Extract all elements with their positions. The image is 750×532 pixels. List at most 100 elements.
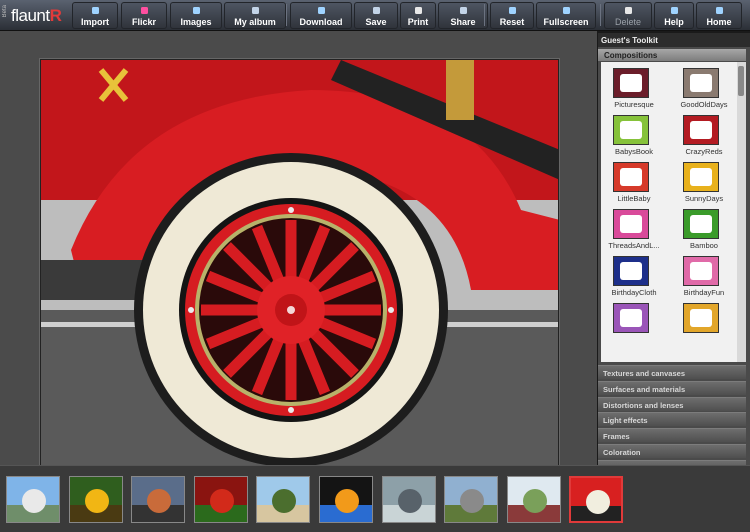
- print-button[interactable]: Print: [400, 2, 436, 29]
- composition-label: BirthdayFun: [683, 288, 725, 297]
- bird-of-paradise-photo[interactable]: [319, 476, 373, 523]
- logo-beta: Beta: [2, 5, 8, 18]
- composition-item[interactable]: Picturesque: [607, 68, 657, 112]
- button-label: Flickr: [131, 17, 156, 27]
- composition-photo-slot: [620, 215, 642, 233]
- road-photo[interactable]: [444, 476, 499, 523]
- save-button[interactable]: Save: [354, 2, 398, 29]
- share-button[interactable]: Share: [438, 2, 488, 29]
- wheel-photo[interactable]: [569, 476, 624, 523]
- composition-item[interactable]: GoodOldDays: [677, 68, 728, 112]
- palm-photo[interactable]: [256, 476, 311, 523]
- fullscreen-button[interactable]: Fullscreen: [536, 2, 596, 29]
- scrollbar-thumb[interactable]: [738, 66, 744, 96]
- save-icon: [371, 5, 381, 15]
- composition-item[interactable]: ThreadsAndL...: [607, 209, 660, 253]
- image-stage: [0, 31, 597, 477]
- reset-icon: [507, 5, 517, 15]
- composition-label: Picturesque: [614, 100, 654, 109]
- composition-item[interactable]: Bamboo: [677, 209, 727, 253]
- toolbar-separator: [600, 4, 601, 26]
- section-surfaces-and-materials[interactable]: Surfaces and materials: [598, 380, 746, 395]
- composition-thumbnail: [613, 256, 649, 286]
- composition-item[interactable]: [677, 303, 727, 347]
- home-button[interactable]: Home: [696, 2, 742, 29]
- compositions-list: Picturesque GoodOldDays BabysBook CrazyReds…: [601, 62, 737, 362]
- toolbar: Beta flauntR Import Flickr Images My album D…: [0, 0, 750, 31]
- composition-photo-slot: [620, 309, 642, 327]
- composition-label: BirthdayCloth: [611, 288, 657, 297]
- peppers-photo[interactable]: [193, 476, 248, 523]
- composition-item[interactable]: CrazyReds: [677, 115, 727, 159]
- compositions-header[interactable]: Compositions: [598, 49, 746, 61]
- thumbnail-image: [257, 477, 310, 522]
- button-label: Share: [450, 17, 476, 27]
- button-label: Save: [365, 17, 387, 27]
- download-button[interactable]: Download: [290, 2, 352, 29]
- button-label: Images: [180, 17, 212, 27]
- composition-item[interactable]: BirthdayCloth: [607, 256, 657, 300]
- composition-thumbnail: [683, 115, 719, 145]
- section-frames[interactable]: Frames: [598, 428, 746, 443]
- duck-photo[interactable]: [381, 476, 436, 523]
- section-light-effects[interactable]: Light effects: [598, 412, 746, 427]
- composition-label: SunnyDays: [684, 194, 724, 203]
- section-coloration[interactable]: Coloration: [598, 444, 746, 458]
- composition-label: ThreadsAndL...: [608, 241, 660, 250]
- flickr-button[interactable]: Flickr: [121, 2, 167, 29]
- composition-item[interactable]: BirthdayFun: [677, 256, 727, 300]
- sunflower-photo[interactable]: [68, 476, 123, 523]
- delete-icon: [623, 5, 633, 15]
- button-label: Help: [664, 17, 684, 27]
- person-photo[interactable]: [131, 476, 186, 523]
- compositions-scrollbar[interactable]: [737, 62, 746, 362]
- composition-thumbnail: [613, 68, 649, 98]
- thumbnail-image: [132, 477, 185, 522]
- beach-photo[interactable]: [6, 476, 60, 523]
- home-icon: [714, 5, 724, 15]
- composition-thumbnail: [683, 303, 719, 333]
- main-photo[interactable]: [40, 59, 559, 477]
- composition-thumbnail: [683, 162, 719, 192]
- button-label: Fullscreen: [543, 17, 589, 27]
- button-label: Home: [706, 17, 732, 27]
- share-icon: [458, 5, 468, 15]
- delete-button[interactable]: Delete: [604, 2, 652, 29]
- import-button[interactable]: Import: [72, 2, 118, 29]
- filmstrip: [0, 465, 750, 532]
- composition-thumbnail: [613, 115, 649, 145]
- composition-item[interactable]: LittleBaby: [607, 162, 657, 206]
- app-logo: Beta flauntR: [2, 2, 68, 29]
- composition-item[interactable]: [607, 303, 657, 347]
- thumbnail-image: [571, 478, 622, 521]
- composition-label: LittleBaby: [617, 194, 651, 203]
- flickr-icon: [139, 5, 149, 15]
- fullscreen-icon: [561, 5, 571, 15]
- composition-photo-slot: [690, 121, 712, 139]
- composition-label: Bamboo: [690, 241, 718, 250]
- composition-thumbnail: [613, 303, 649, 333]
- section-textures-and-canvases[interactable]: Textures and canvases: [598, 365, 746, 379]
- composition-item[interactable]: BabysBook: [607, 115, 657, 159]
- thumbnail-image: [320, 477, 372, 522]
- composition-photo-slot: [690, 74, 712, 92]
- composition-photo-slot: [620, 121, 642, 139]
- composition-photo-slot: [620, 262, 642, 280]
- reset-button[interactable]: Reset: [490, 2, 534, 29]
- thumbnail-image: [507, 477, 560, 522]
- button-label: Delete: [614, 17, 641, 27]
- thumbnail-image: [69, 477, 122, 522]
- composition-item[interactable]: SunnyDays: [677, 162, 727, 206]
- section-distortions-and-lenses[interactable]: Distortions and lenses: [598, 396, 746, 411]
- help-button[interactable]: Help: [654, 2, 694, 29]
- composition-photo-slot: [690, 168, 712, 186]
- composition-photo-slot: [690, 262, 712, 280]
- my-album-button[interactable]: My album: [224, 2, 286, 29]
- house-photo[interactable]: [506, 476, 561, 523]
- logo-text: flauntR: [11, 6, 62, 25]
- composition-thumbnail: [683, 68, 719, 98]
- thumbnail-image: [194, 477, 247, 522]
- toolbar-separator: [484, 4, 485, 26]
- panel-title: Guest's Toolkit: [598, 33, 750, 47]
- images-button[interactable]: Images: [170, 2, 222, 29]
